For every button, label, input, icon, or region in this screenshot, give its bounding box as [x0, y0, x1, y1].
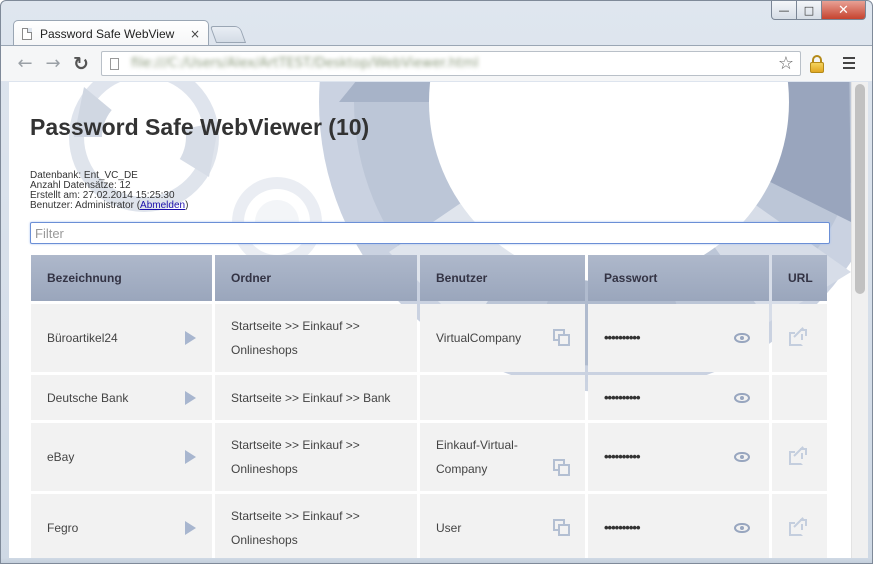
table-row: Deutsche Bank Startseite >> Einkauf >> B… [31, 375, 829, 420]
close-window-button[interactable]: ✕ [822, 1, 866, 20]
filter-input[interactable] [30, 222, 830, 244]
url-cell [772, 494, 827, 558]
url-cell [772, 304, 827, 372]
password-mask: •••••••••• [604, 449, 641, 464]
name-cell[interactable]: eBay [31, 423, 212, 491]
folder-path: Startseite >> Einkauf >> Onlineshops [231, 438, 360, 476]
browser-window: — □ ✕ Password Safe WebView × ← → ↻ file… [0, 0, 873, 564]
window-bottom-border [1, 558, 872, 563]
table-header: Bezeichnung Ordner Benutzer Passwort URL [31, 255, 829, 301]
show-password-eye-icon[interactable] [734, 392, 750, 403]
external-link-icon[interactable] [789, 517, 807, 537]
url-cell [772, 423, 827, 491]
browser-toolbar: ← → ↻ file:///C:/Users/Alex/ArtTEST/Desk… [1, 45, 872, 81]
address-bar[interactable]: file:///C:/Users/Alex/ArtTEST/Desktop/We… [101, 51, 801, 76]
user-suffix: ) [185, 200, 189, 211]
entry-name: Deutsche Bank [47, 390, 129, 405]
url-cell [772, 375, 827, 420]
folder-cell: Startseite >> Einkauf >> Onlineshops [215, 494, 417, 558]
column-header-user[interactable]: Benutzer [420, 255, 585, 301]
column-header-name[interactable]: Bezeichnung [31, 255, 212, 301]
name-cell[interactable]: Fegro [31, 494, 212, 558]
scrollbar-thumb[interactable] [855, 84, 865, 294]
copy-icon[interactable] [553, 519, 571, 537]
folder-cell: Startseite >> Einkauf >> Bank [215, 375, 417, 420]
open-entry-icon[interactable] [185, 331, 196, 345]
password-cell: •••••••••• [588, 304, 769, 372]
show-password-eye-icon[interactable] [734, 523, 750, 533]
copy-icon[interactable] [553, 329, 571, 347]
maximize-button[interactable]: □ [797, 1, 822, 20]
vertical-scrollbar[interactable] [851, 82, 868, 558]
name-cell[interactable]: Deutsche Bank [31, 375, 212, 420]
bookmark-star-icon[interactable]: ☆ [778, 53, 794, 74]
user-cell: Einkauf-Virtual-Company [420, 423, 585, 491]
back-icon[interactable]: ← [11, 50, 39, 78]
lock-icon[interactable] [810, 55, 824, 73]
user-cell: User [420, 494, 585, 558]
password-mask: •••••••••• [604, 330, 641, 345]
entry-name: Fegro [47, 521, 79, 535]
table-row: eBay Startseite >> Einkauf >> Onlineshop… [31, 423, 829, 491]
browser-tab[interactable]: Password Safe WebView × [13, 20, 209, 46]
password-mask: •••••••••• [604, 389, 641, 405]
tab-close-icon[interactable]: × [190, 27, 200, 41]
folder-path: Startseite >> Einkauf >> Onlineshops [231, 509, 360, 547]
password-cell: •••••••••• [588, 375, 769, 420]
window-controls: — □ ✕ [771, 1, 866, 20]
folder-cell: Startseite >> Einkauf >> Onlineshops [215, 304, 417, 372]
current-user: Benutzer: Administrator (Abmelden) [30, 201, 188, 211]
logout-link[interactable]: Abmelden [140, 200, 185, 211]
address-url[interactable]: file:///C:/Users/Alex/ArtTEST/Desktop/We… [131, 56, 478, 71]
password-cell: •••••••••• [588, 423, 769, 491]
page-icon [110, 57, 119, 70]
column-header-url[interactable]: URL [772, 255, 827, 301]
column-header-folder[interactable]: Ordner [215, 255, 417, 301]
page-viewport: Password Safe WebViewer (10) Datenbank: … [9, 82, 851, 558]
open-entry-icon[interactable] [185, 390, 196, 405]
folder-path: Startseite >> Einkauf >> Onlineshops [231, 319, 360, 357]
show-password-eye-icon[interactable] [734, 333, 750, 343]
user-label: Benutzer: Administrator ( [30, 200, 141, 211]
tab-title: Password Safe WebView [40, 26, 175, 41]
show-password-eye-icon[interactable] [734, 452, 750, 462]
user-name: User [436, 521, 462, 535]
page-icon [22, 27, 32, 40]
minimize-button[interactable]: — [771, 1, 797, 20]
password-table: Bezeichnung Ordner Benutzer Passwort URL… [31, 255, 829, 558]
forward-icon[interactable]: → [39, 50, 67, 78]
column-header-password[interactable]: Passwort [588, 255, 769, 301]
database-info: Datenbank: Ent_VC_DE Anzahl Datensätze: … [30, 171, 188, 211]
user-name: VirtualCompany [436, 331, 522, 345]
user-cell [420, 375, 585, 420]
folder-cell: Startseite >> Einkauf >> Onlineshops [215, 423, 417, 491]
entry-name: Büroartikel24 [47, 331, 118, 345]
open-entry-icon[interactable] [185, 450, 196, 464]
external-link-icon[interactable] [789, 327, 807, 347]
password-mask: •••••••••• [604, 520, 641, 535]
new-tab-button[interactable] [209, 26, 247, 43]
entry-name: eBay [47, 450, 75, 464]
menu-icon[interactable] [843, 57, 855, 69]
folder-path: Startseite >> Einkauf >> Bank [231, 390, 391, 405]
name-cell[interactable]: Büroartikel24 [31, 304, 212, 372]
open-entry-icon[interactable] [185, 521, 196, 535]
password-cell: •••••••••• [588, 494, 769, 558]
external-link-icon[interactable] [789, 446, 807, 466]
copy-icon[interactable] [553, 459, 571, 477]
user-cell: VirtualCompany [420, 304, 585, 372]
page-title: Password Safe WebViewer (10) [30, 114, 370, 140]
table-row: Büroartikel24 Startseite >> Einkauf >> O… [31, 304, 829, 372]
table-row: Fegro Startseite >> Einkauf >> Onlinesho… [31, 494, 829, 558]
reload-icon[interactable]: ↻ [67, 50, 95, 78]
